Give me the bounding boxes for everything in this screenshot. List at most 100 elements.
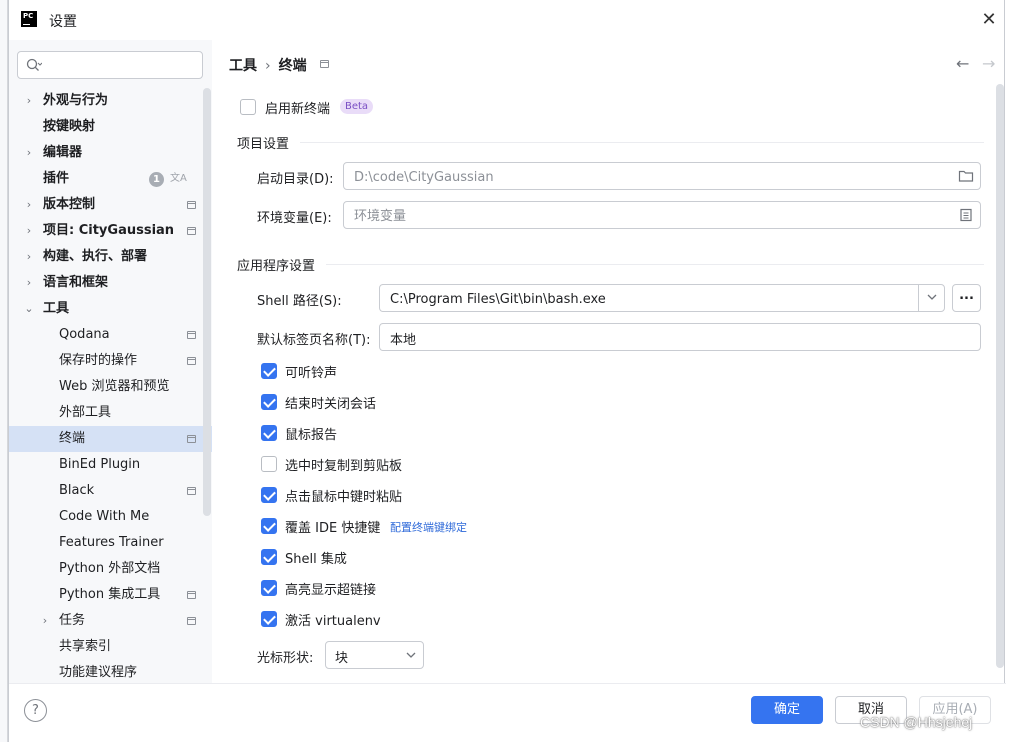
- configure-terminal-keybindings-link[interactable]: 配置终端键绑定: [390, 519, 467, 535]
- sidebar-item-label: 外观与行为: [43, 93, 109, 108]
- breadcrumb-separator: ›: [265, 58, 271, 74]
- option-label: 点击鼠标中键时粘贴: [285, 490, 403, 505]
- breadcrumb-parent[interactable]: 工具: [229, 58, 257, 74]
- sidebar-item[interactable]: 保存时的操作: [9, 348, 212, 374]
- shell-path-combo[interactable]: [379, 284, 945, 312]
- chevron-right-icon[interactable]: ›: [23, 270, 35, 296]
- help-button[interactable]: ?: [24, 699, 47, 722]
- sidebar-item-label: Python 外部文档: [59, 561, 161, 576]
- sidebar-item[interactable]: › 任务: [9, 608, 212, 634]
- sidebar-item[interactable]: Black: [9, 478, 212, 504]
- chevron-right-icon[interactable]: ›: [23, 140, 35, 166]
- close-button[interactable]: ✕: [979, 10, 999, 30]
- env-vars-field[interactable]: [343, 201, 981, 229]
- sidebar-item-label: Code With Me: [59, 509, 150, 524]
- default-tab-name-input[interactable]: [388, 328, 968, 348]
- sidebar-item-label: 任务: [59, 613, 86, 628]
- sidebar-item[interactable]: BinEd Plugin: [9, 452, 212, 478]
- sidebar-item[interactable]: 终端: [9, 426, 212, 452]
- content-scrollbar[interactable]: [996, 84, 1004, 668]
- breadcrumb: 工具 › 终端: [229, 55, 307, 75]
- sidebar-item[interactable]: › 语言和框架: [9, 270, 212, 296]
- option-checkbox[interactable]: [261, 549, 277, 565]
- sidebar-item[interactable]: › 外观与行为: [9, 88, 212, 114]
- enable-new-terminal-label: 启用新终端: [265, 102, 331, 117]
- search-input[interactable]: [48, 55, 198, 75]
- folder-icon[interactable]: [958, 169, 974, 183]
- option-checkbox[interactable]: [261, 580, 277, 596]
- option-checkbox[interactable]: [261, 394, 277, 410]
- shell-path-label: Shell 路径(S):: [257, 294, 342, 309]
- start-directory-input[interactable]: [352, 167, 942, 187]
- sidebar-item-label: Web 浏览器和预览: [59, 379, 170, 394]
- project-scope-icon: [187, 435, 196, 443]
- sidebar-item[interactable]: › 项目: CityGaussian: [9, 218, 212, 244]
- start-directory-field[interactable]: [343, 162, 981, 190]
- option-checkbox[interactable]: [261, 518, 277, 534]
- option-checkbox[interactable]: [261, 487, 277, 503]
- default-tab-name-field[interactable]: [379, 323, 981, 351]
- back-arrow-icon[interactable]: ←: [956, 54, 969, 73]
- update-count-badge: 1: [149, 172, 164, 187]
- sidebar-item[interactable]: › 版本控制: [9, 192, 212, 218]
- section-divider: [300, 142, 984, 143]
- sidebar-item-label: Qodana: [59, 327, 110, 342]
- option-checkbox[interactable]: [261, 425, 277, 441]
- chevron-right-icon[interactable]: ›: [23, 218, 35, 244]
- sidebar-item[interactable]: 按键映射: [9, 114, 212, 140]
- sidebar-item-label: Black: [59, 483, 95, 498]
- sidebar-item[interactable]: 外部工具: [9, 400, 212, 426]
- cursor-shape-dropdown[interactable]: 块: [325, 641, 424, 669]
- forward-arrow-icon[interactable]: →: [982, 54, 995, 73]
- sidebar-item[interactable]: Features Trainer: [9, 530, 212, 556]
- sidebar-item-label: BinEd Plugin: [59, 457, 141, 472]
- background-ide-strip: [0, 0, 8, 742]
- cursor-shape-label: 光标形状:: [257, 651, 314, 666]
- option-label: 鼠标报告: [285, 428, 338, 443]
- env-vars-input[interactable]: [352, 206, 942, 226]
- shell-path-input[interactable]: [388, 289, 908, 309]
- sidebar-item[interactable]: ⌄ 工具: [9, 296, 212, 322]
- sidebar-item-label: Features Trainer: [59, 535, 164, 550]
- option-label: 高亮显示超链接: [285, 583, 377, 598]
- sidebar-item[interactable]: 功能建议程序: [9, 660, 212, 683]
- sidebar-item-label: 共享索引: [59, 639, 112, 654]
- chevron-right-icon[interactable]: ›: [39, 608, 51, 634]
- watermark: CSDN @Hhsjehej: [860, 714, 973, 730]
- sidebar-item-label: 版本控制: [43, 197, 96, 212]
- sidebar-scrollbar[interactable]: [203, 88, 211, 516]
- sidebar-item[interactable]: 插件 1 文A: [9, 166, 212, 192]
- sidebar-item-label: 插件: [43, 171, 70, 186]
- breadcrumb-current: 终端: [278, 58, 307, 74]
- combo-divider: [918, 285, 919, 311]
- settings-search-box[interactable]: [17, 51, 203, 79]
- option-label: 覆盖 IDE 快捷键: [285, 521, 381, 536]
- option-checkbox[interactable]: [261, 456, 277, 472]
- ok-button[interactable]: 确定: [751, 696, 823, 724]
- project-scope-icon: [187, 227, 196, 235]
- sidebar-item[interactable]: Python 外部文档: [9, 556, 212, 582]
- sidebar-item-label: 工具: [43, 301, 70, 316]
- browse-shell-button[interactable]: ...: [952, 284, 981, 312]
- option-label: 可听铃声: [285, 366, 338, 381]
- chevron-right-icon[interactable]: ›: [23, 88, 35, 114]
- sidebar-item[interactable]: Code With Me: [9, 504, 212, 530]
- chevron-right-icon[interactable]: ›: [23, 244, 35, 270]
- enable-new-terminal-checkbox[interactable]: [240, 99, 256, 115]
- document-icon[interactable]: [959, 208, 973, 222]
- sidebar-item[interactable]: › 编辑器: [9, 140, 212, 166]
- sidebar-item[interactable]: Python 集成工具: [9, 582, 212, 608]
- sidebar-item[interactable]: › 构建、执行、部署: [9, 244, 212, 270]
- sidebar-item-label: Python 集成工具: [59, 587, 161, 602]
- sidebar-item[interactable]: Qodana: [9, 322, 212, 348]
- project-scope-icon: [187, 487, 196, 495]
- project-scope-icon: [187, 201, 196, 209]
- settings-tree: › 外观与行为 按键映射 › 编辑器 插件 1 文A › 版本控制 › 项目: CityGaussia…: [9, 88, 212, 683]
- sidebar-item[interactable]: Web 浏览器和预览: [9, 374, 212, 400]
- chevron-down-icon[interactable]: [925, 290, 939, 304]
- option-checkbox[interactable]: [261, 611, 277, 627]
- chevron-right-icon[interactable]: ›: [23, 192, 35, 218]
- option-checkbox[interactable]: [261, 363, 277, 379]
- chevron-down-icon[interactable]: ⌄: [23, 296, 35, 322]
- sidebar-item[interactable]: 共享索引: [9, 634, 212, 660]
